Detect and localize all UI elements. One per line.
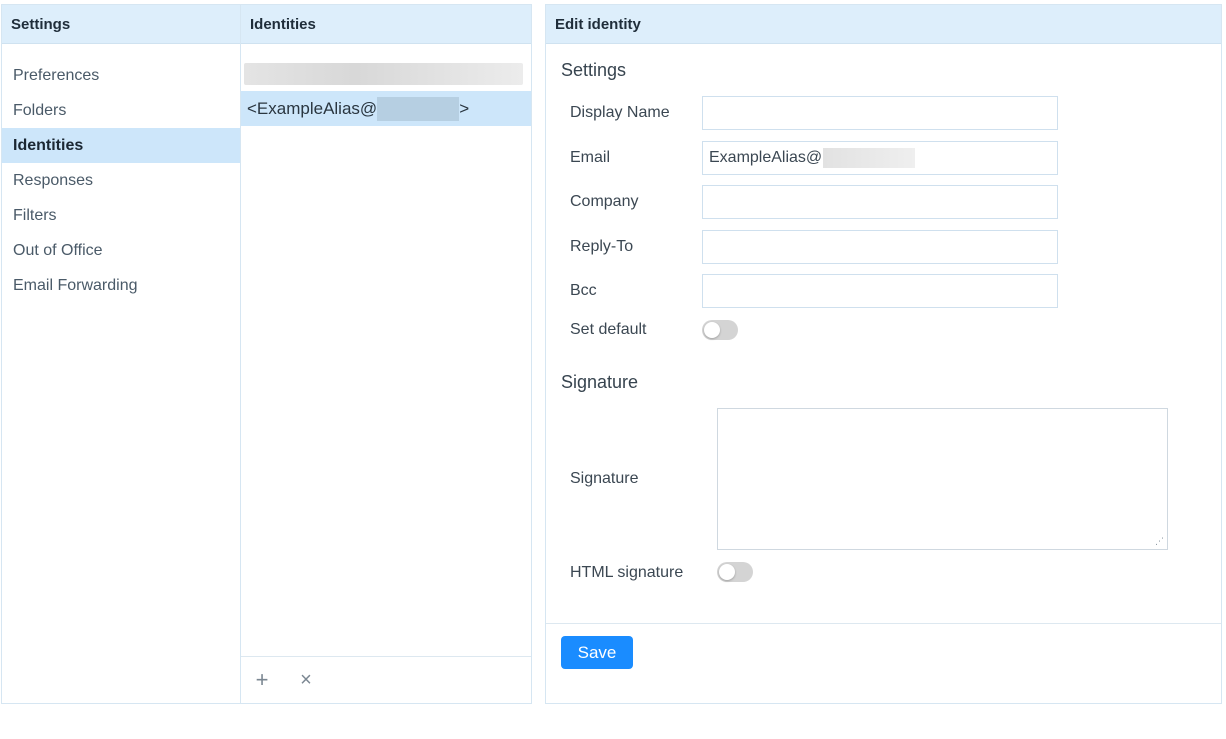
bcc-label: Bcc	[570, 282, 597, 299]
identities-panel: Identities <ExampleAlias@ > + ×	[240, 4, 532, 704]
redacted-domain	[377, 96, 460, 121]
company-label: Company	[570, 193, 639, 210]
identity-row-redacted[interactable]	[244, 63, 523, 85]
redacted-email-domain	[823, 148, 916, 168]
edit-footer: Save	[546, 623, 1221, 703]
identities-list: <ExampleAlias@ >	[241, 44, 531, 126]
display-name-input[interactable]	[702, 96, 1058, 130]
identities-toolbar: + ×	[241, 656, 531, 703]
resize-handle-icon[interactable]: ⋰	[1155, 537, 1164, 546]
edit-identity-header: Edit identity	[546, 5, 1221, 44]
set-default-label: Set default	[570, 321, 647, 338]
settings-menu: Preferences Folders Identities Responses…	[2, 44, 241, 303]
email-input[interactable]: ExampleAlias@	[702, 141, 1058, 175]
signature-section-title: Signature	[561, 372, 639, 392]
reply-to-input[interactable]	[702, 230, 1058, 264]
menu-item-identities[interactable]: Identities	[2, 128, 241, 163]
menu-item-email-forwarding[interactable]: Email Forwarding	[2, 268, 241, 303]
company-input[interactable]	[702, 185, 1058, 219]
signature-label: Signature	[570, 470, 639, 487]
plus-icon[interactable]: +	[251, 669, 273, 691]
identity-row-selected[interactable]: <ExampleAlias@ >	[241, 91, 531, 126]
menu-item-out-of-office[interactable]: Out of Office	[2, 233, 241, 268]
close-icon[interactable]: ×	[295, 670, 317, 690]
email-value: ExampleAlias@	[709, 149, 823, 166]
display-name-label: Display Name	[570, 104, 670, 121]
identity-suffix: >	[459, 98, 470, 118]
identity-prefix: <ExampleAlias@	[247, 98, 378, 118]
menu-item-responses[interactable]: Responses	[2, 163, 241, 198]
menu-item-folders[interactable]: Folders	[2, 93, 241, 128]
edit-identity-panel: Edit identity Settings Display Name Emai…	[545, 4, 1222, 704]
html-signature-toggle[interactable]	[717, 562, 753, 582]
email-label: Email	[570, 149, 611, 166]
save-button[interactable]: Save	[561, 636, 633, 669]
html-signature-label: HTML signature	[570, 564, 684, 581]
bcc-input[interactable]	[702, 274, 1058, 308]
settings-header: Settings	[2, 5, 241, 44]
set-default-toggle[interactable]	[702, 320, 738, 340]
identities-header: Identities	[241, 5, 531, 44]
settings-section-title: Settings	[561, 60, 627, 80]
menu-item-filters[interactable]: Filters	[2, 198, 241, 233]
menu-item-preferences[interactable]: Preferences	[2, 58, 241, 93]
settings-sidebar: Settings Preferences Folders Identities …	[1, 4, 241, 704]
reply-to-label: Reply-To	[570, 238, 634, 255]
signature-textarea[interactable]: ⋰	[717, 408, 1168, 550]
